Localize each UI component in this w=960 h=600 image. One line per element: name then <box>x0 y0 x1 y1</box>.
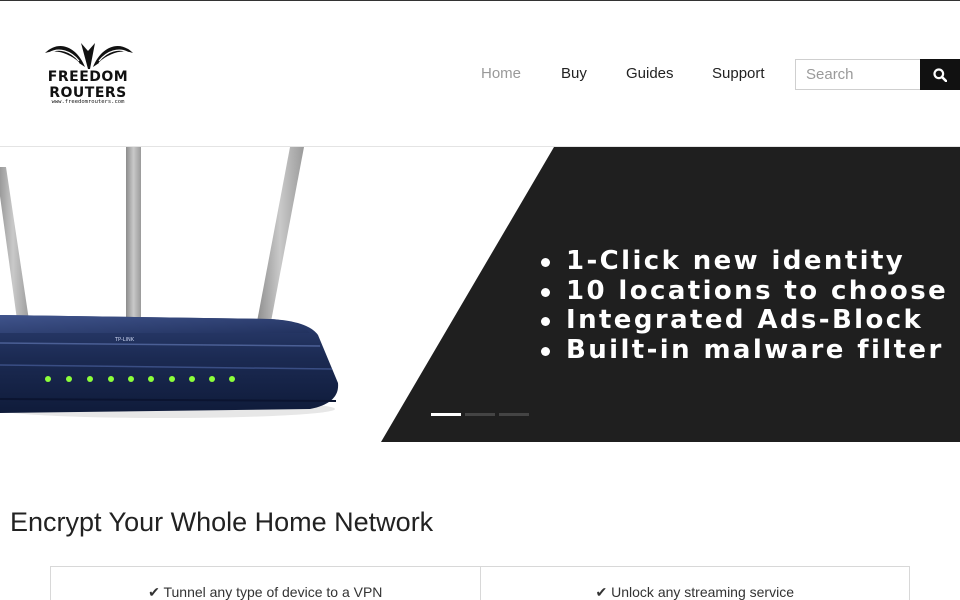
features-table: ✔ Tunnel any type of device to a VPN ✔ U… <box>50 566 910 600</box>
site-header: FREEDOM ROUTERS www.freedomrouters.com H… <box>0 1 960 147</box>
hero-bullet: 10 locations to choose <box>538 276 948 307</box>
hero-feature-list: 1-Click new identity 10 locations to cho… <box>538 246 948 366</box>
wings-logo-icon <box>45 43 133 69</box>
search-icon <box>933 68 947 82</box>
hero-bullet: Built-in malware filter <box>538 335 948 366</box>
hero-bullet: 1-Click new identity <box>538 246 948 277</box>
search-input[interactable] <box>795 59 921 90</box>
search-button[interactable] <box>920 59 960 90</box>
logo-text-freedom: FREEDOM <box>47 69 129 85</box>
hero-bullet: Integrated Ads-Block <box>538 305 948 336</box>
nav-buy[interactable]: Buy <box>561 63 587 85</box>
section-title: Encrypt Your Whole Home Network <box>10 507 434 537</box>
hero-slider: TP-LINK 1-Click new identity 10 location… <box>0 147 960 442</box>
logo-url: www.freedomrouters.com <box>51 99 125 105</box>
nav-support[interactable]: Support <box>712 63 765 85</box>
slide-dot-1[interactable] <box>431 413 461 416</box>
feature-cell: ✔ Tunnel any type of device to a VPN <box>148 584 383 600</box>
brand-logo[interactable]: FREEDOM ROUTERS www.freedomrouters.com <box>40 41 140 109</box>
slide-dot-3[interactable] <box>499 413 529 416</box>
feature-cell: ✔ Unlock any streaming service <box>479 567 910 600</box>
nav-home[interactable]: Home <box>481 63 521 85</box>
nav-guides[interactable]: Guides <box>626 63 674 85</box>
router-brand-label: TP-LINK <box>114 337 135 343</box>
slide-dot-2[interactable] <box>465 413 495 416</box>
